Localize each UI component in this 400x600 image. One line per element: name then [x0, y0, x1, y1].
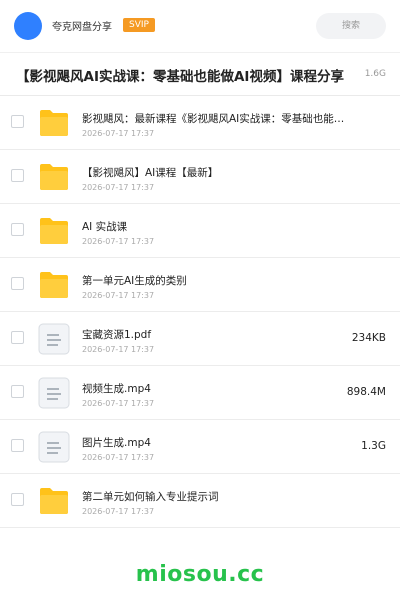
header-bar: 夸克网盘分享 SVIP 搜索	[0, 0, 400, 52]
file-name[interactable]: 第二单元如何输入专业提示词	[82, 489, 352, 504]
file-date: 2026-07-17 17:37	[82, 129, 155, 138]
file-row[interactable]: 【影视飓风】AI课程【最新】 2026-07-17 17:37	[0, 150, 400, 204]
select-checkbox[interactable]	[11, 169, 24, 182]
file-date: 2026-07-17 17:37	[82, 507, 155, 516]
search-input[interactable]: 搜索	[316, 13, 386, 39]
file-row[interactable]: 第一单元AI生成的类别 2026-07-17 17:37	[0, 258, 400, 312]
file-date: 2026-07-17 17:37	[82, 345, 155, 354]
file-row[interactable]: 宝藏资源1.pdf 2026-07-17 17:37 234KB	[0, 312, 400, 366]
file-row[interactable]: AI 实战课 2026-07-17 17:37	[0, 204, 400, 258]
page-title: 【影视飓风AI实战课：零基础也能做AI视频】课程分享	[16, 69, 344, 85]
file-row[interactable]: 图片生成.mp4 2026-07-17 17:37 1.3G	[0, 420, 400, 474]
file-date: 2026-07-17 17:37	[82, 453, 155, 462]
file-name[interactable]: 视频生成.mp4	[82, 381, 352, 396]
file-row[interactable]: 第二单元如何输入专业提示词 2026-07-17 17:37	[0, 474, 400, 528]
file-name[interactable]: AI 实战课	[82, 219, 352, 234]
file-name[interactable]: 第一单元AI生成的类别	[82, 273, 352, 288]
file-name[interactable]: 【影视飓风】AI课程【最新】	[82, 165, 352, 180]
file-list: 影视飓风：最新课程《影视飓风AI实战课：零基础也能做AI视频》 2026-07-1…	[0, 96, 400, 528]
file-name[interactable]: 影视飓风：最新课程《影视飓风AI实战课：零基础也能做AI视频》	[82, 111, 352, 126]
document-icon	[38, 323, 70, 355]
folder-icon	[38, 216, 70, 246]
select-checkbox[interactable]	[11, 385, 24, 398]
user-name: 夸克网盘分享	[52, 22, 112, 33]
document-icon	[38, 377, 70, 409]
file-size: 898.4M	[346, 386, 386, 398]
folder-icon	[38, 108, 70, 138]
file-date: 2026-07-17 17:37	[82, 291, 155, 300]
site-watermark: miosou.cc	[135, 562, 265, 587]
file-row[interactable]: 影视飓风：最新课程《影视飓风AI实战课：零基础也能做AI视频》 2026-07-1…	[0, 96, 400, 150]
select-checkbox[interactable]	[11, 115, 24, 128]
folder-icon	[38, 486, 70, 516]
select-checkbox[interactable]	[11, 439, 24, 452]
file-name[interactable]: 图片生成.mp4	[82, 435, 352, 450]
select-checkbox[interactable]	[11, 331, 24, 344]
file-name[interactable]: 宝藏资源1.pdf	[82, 327, 352, 342]
select-checkbox[interactable]	[11, 277, 24, 290]
select-checkbox[interactable]	[11, 493, 24, 506]
file-size: 234KB	[351, 332, 386, 344]
file-date: 2026-07-17 17:37	[82, 399, 155, 408]
file-date: 2026-07-17 17:37	[82, 183, 155, 192]
share-title-row: 1.6G 【影视飓风AI实战课：零基础也能做AI视频】课程分享	[0, 52, 400, 96]
file-date: 2026-07-17 17:37	[82, 237, 155, 246]
vip-badge: SVIP	[123, 18, 155, 32]
folder-icon	[38, 270, 70, 300]
file-row[interactable]: 视频生成.mp4 2026-07-17 17:37 898.4M	[0, 366, 400, 420]
select-checkbox[interactable]	[11, 223, 24, 236]
folder-icon	[38, 162, 70, 192]
file-size: 1.3G	[361, 440, 386, 452]
avatar[interactable]	[14, 12, 42, 40]
document-icon	[38, 431, 70, 463]
